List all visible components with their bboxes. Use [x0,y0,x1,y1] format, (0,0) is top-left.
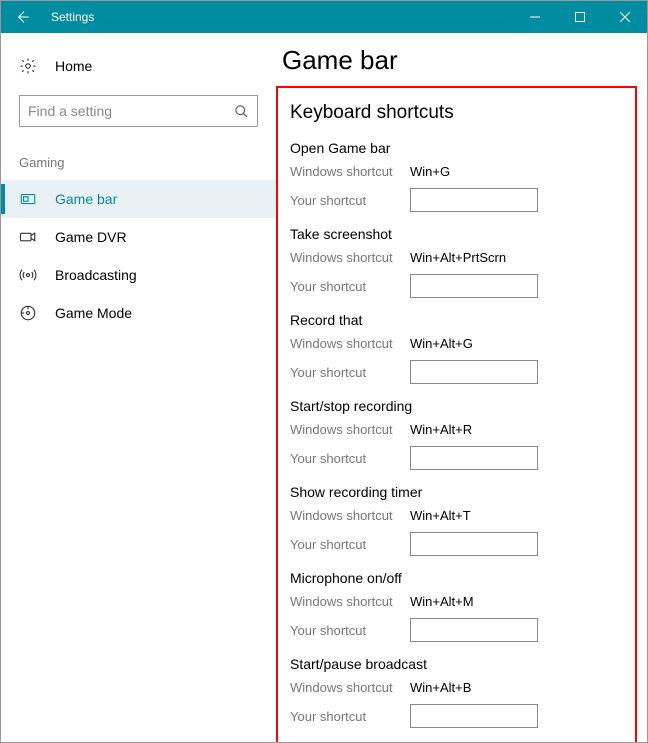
windows-shortcut-value: Win+Alt+PrtScrn [410,250,506,265]
sidebar: Home Find a setting Gaming Game bar Game… [1,33,276,742]
your-shortcut-row: Your shortcut [290,358,623,386]
row-label-your: Your shortcut [290,709,410,724]
windows-shortcut-value: Win+Alt+M [410,594,474,609]
maximize-button[interactable] [557,1,602,33]
your-shortcut-row: Your shortcut [290,702,623,730]
search-input[interactable]: Find a setting [19,95,258,127]
your-shortcut-input[interactable] [410,532,538,556]
arrow-left-icon [14,9,30,25]
game-mode-icon [19,304,37,322]
close-button[interactable] [602,1,647,33]
row-label-windows: Windows shortcut [290,594,410,609]
search-placeholder: Find a setting [28,103,112,119]
row-label-windows: Windows shortcut [290,680,410,695]
sidebar-item-game-dvr[interactable]: Game DVR [1,218,276,256]
shortcut-name: Microphone on/off [290,570,623,586]
windows-shortcut-row: Windows shortcutWin+Alt+B [290,676,623,698]
windows-shortcut-row: Windows shortcutWin+Alt+PrtScrn [290,246,623,268]
game-bar-icon [19,190,37,208]
shortcut-name: Record that [290,312,623,328]
row-label-windows: Windows shortcut [290,336,410,351]
broadcasting-icon [19,266,37,284]
back-button[interactable] [1,1,43,33]
your-shortcut-row: Your shortcut [290,272,623,300]
shortcut-name: Show recording timer [290,484,623,500]
windows-shortcut-row: Windows shortcutWin+Alt+R [290,418,623,440]
windows-shortcut-value: Win+Alt+R [410,422,472,437]
your-shortcut-row: Your shortcut [290,530,623,558]
row-label-windows: Windows shortcut [290,422,410,437]
row-label-your: Your shortcut [290,451,410,466]
row-label-your: Your shortcut [290,623,410,638]
windows-shortcut-value: Win+Alt+B [410,680,471,695]
nav-label: Game DVR [55,229,127,245]
your-shortcut-input[interactable] [410,188,538,212]
sidebar-item-game-mode[interactable]: Game Mode [1,294,276,332]
row-label-your: Your shortcut [290,365,410,380]
window-controls [512,1,647,33]
app-title: Settings [51,10,94,24]
shortcut-block: Start/pause broadcast Windows shortcutWin… [290,656,623,730]
windows-shortcut-row: Windows shortcutWin+Alt+G [290,332,623,354]
sidebar-item-game-bar[interactable]: Game bar [1,180,276,218]
your-shortcut-input[interactable] [410,446,538,470]
your-shortcut-row: Your shortcut [290,616,623,644]
shortcut-name: Start/stop recording [290,398,623,414]
shortcut-name: Take screenshot [290,226,623,242]
content-area: Game bar Keyboard shortcuts Open Game ba… [276,33,647,742]
shortcut-name: Open Game bar [290,140,623,156]
shortcut-block: Show recording timer Windows shortcutWin+… [290,484,623,558]
windows-shortcut-row: Windows shortcutWin+G [290,160,623,182]
your-shortcut-input[interactable] [410,360,538,384]
home-nav[interactable]: Home [1,51,276,81]
close-icon [620,12,630,22]
row-label-windows: Windows shortcut [290,508,410,523]
title-left-group: Settings [1,1,94,33]
shortcut-list: Open Game barWindows shortcutWin+GYour s… [290,140,623,742]
category-label: Gaming [1,155,276,180]
windows-shortcut-row: Windows shortcutWin+Alt+M [290,590,623,612]
maximize-icon [575,12,585,22]
row-label-your: Your shortcut [290,537,410,552]
shortcut-block: Take screenshot Windows shortcutWin+Alt+P… [290,226,623,300]
section-title: Keyboard shortcuts [290,102,623,124]
home-label: Home [55,58,92,74]
minimize-icon [530,12,540,22]
row-label-your: Your shortcut [290,279,410,294]
your-shortcut-input[interactable] [410,274,538,298]
nav-label: Game bar [55,191,117,207]
windows-shortcut-value: Win+Alt+G [410,336,473,351]
windows-shortcut-row: Windows shortcutWin+Alt+T [290,504,623,526]
shortcut-name: Start/pause broadcast [290,656,623,672]
shortcut-block: Open Game barWindows shortcutWin+GYour s… [290,140,623,214]
your-shortcut-row: Your shortcut [290,186,623,214]
shortcut-block: Start/stop recording Windows shortcutWin+… [290,398,623,472]
shortcut-block: Microphone on/off Windows shortcutWin+Alt… [290,570,623,644]
row-label-windows: Windows shortcut [290,250,410,265]
windows-shortcut-value: Win+G [410,164,450,179]
windows-shortcut-value: Win+Alt+T [410,508,471,523]
row-label-your: Your shortcut [290,193,410,208]
nav-label: Game Mode [55,305,132,321]
page-title: Game bar [276,45,647,76]
search-icon [234,104,249,119]
your-shortcut-input[interactable] [410,618,538,642]
your-shortcut-row: Your shortcut [290,444,623,472]
your-shortcut-input[interactable] [410,704,538,728]
sidebar-item-broadcasting[interactable]: Broadcasting [1,256,276,294]
nav-label: Broadcasting [55,267,137,283]
keyboard-shortcuts-section: Keyboard shortcuts Open Game bar Windows … [276,86,637,742]
gear-icon [19,57,37,75]
title-bar: Settings [1,1,647,33]
minimize-button[interactable] [512,1,557,33]
shortcut-block: Record thatWindows shortcutWin+Alt+GYour… [290,312,623,386]
row-label-windows: Windows shortcut [290,164,410,179]
game-dvr-icon [19,228,37,246]
body-area: Home Find a setting Gaming Game bar Game… [1,33,647,742]
